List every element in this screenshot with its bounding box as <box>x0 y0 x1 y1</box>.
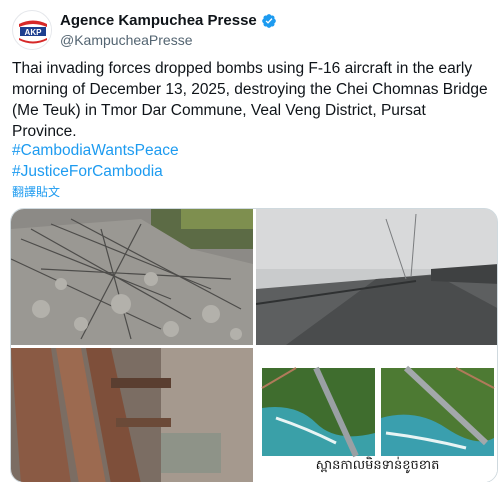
hashtag-link[interactable]: #JusticeForCambodia <box>12 161 179 182</box>
tweet-header: AKP Agence Kampuchea Presse @KampucheaPr… <box>12 10 488 50</box>
media-grid: ស្ពានកាលមិនទាន់ខូចខាត <box>10 208 498 482</box>
steel-beams-photo[interactable] <box>11 348 253 482</box>
image-caption: ស្ពានកាលមិនទាន់ខូចខាត <box>315 458 440 473</box>
hashtag-list: #CambodiaWantsPeace #JusticeForCambodia <box>12 140 179 182</box>
translate-post-link[interactable]: 翻譯貼文 <box>12 183 60 200</box>
tweet-text: Thai invading forces dropped bombs using… <box>12 60 488 140</box>
author-names: Agence Kampuchea Presse @KampucheaPresse <box>60 11 277 48</box>
svg-text:AKP: AKP <box>25 28 43 37</box>
foggy-bridge-photo[interactable] <box>256 209 497 345</box>
akp-logo-icon: AKP <box>14 12 51 49</box>
author-handle[interactable]: @KampucheaPresse <box>60 32 277 48</box>
aerial-bridge-before-after[interactable]: ស្ពានកាលមិនទាន់ខូចខាត <box>256 348 497 482</box>
avatar[interactable]: AKP <box>12 10 52 50</box>
display-name[interactable]: Agence Kampuchea Presse <box>60 12 257 29</box>
debris-photo[interactable] <box>11 209 253 345</box>
verified-badge-icon <box>261 13 276 28</box>
hashtag-link[interactable]: #CambodiaWantsPeace <box>12 140 179 161</box>
